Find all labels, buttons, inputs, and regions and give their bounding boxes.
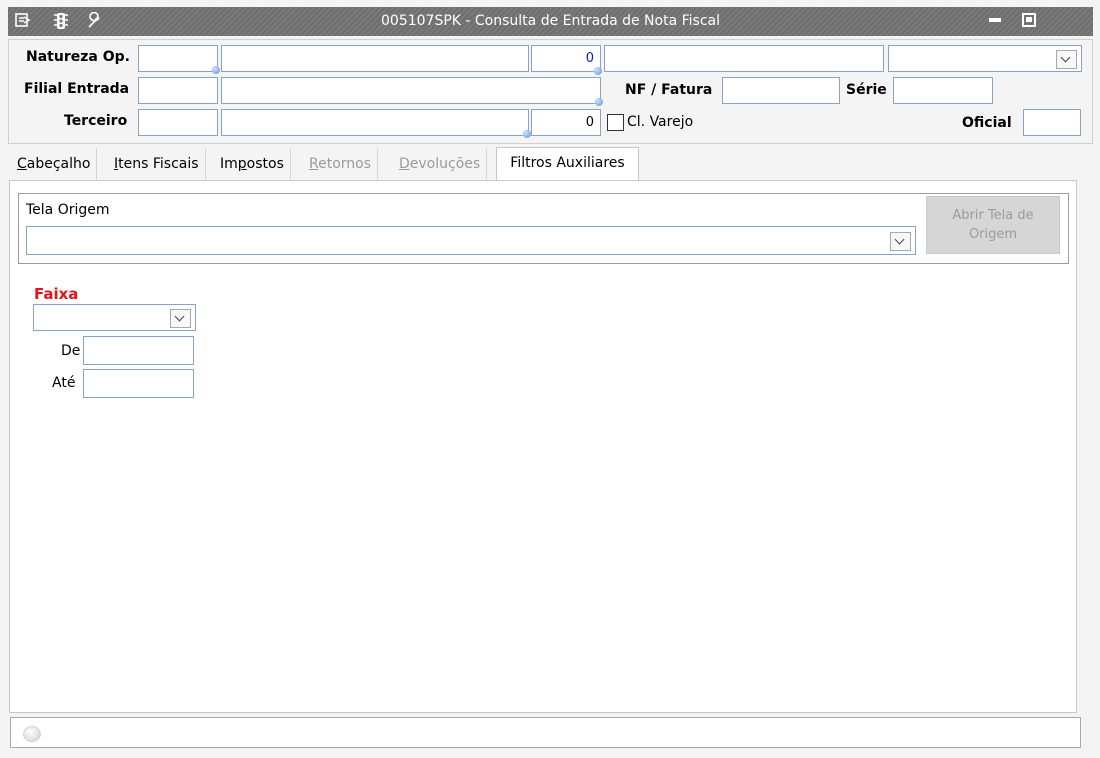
tab-itens-fiscais[interactable]: Itens Fiscais — [108, 148, 206, 181]
restore-icon[interactable] — [1020, 12, 1038, 30]
lookup-icon[interactable] — [594, 67, 602, 75]
chevron-down-icon[interactable] — [170, 309, 191, 328]
natureza-extra-field[interactable] — [604, 45, 884, 72]
tab-retornos[interactable]: Retornos — [303, 148, 379, 181]
lookup-icon[interactable] — [595, 98, 603, 106]
de-field[interactable] — [83, 336, 194, 365]
nf-fatura-field[interactable] — [722, 77, 840, 104]
nf-fatura-label: NF / Fatura — [625, 82, 713, 98]
lookup-icon[interactable] — [523, 130, 531, 138]
natureza-code-field[interactable] — [138, 45, 220, 74]
terceiro-description-field[interactable] — [221, 109, 531, 138]
abrir-tela-origem-button[interactable]: Abrir Tela de Origem — [926, 196, 1060, 254]
oficial-field[interactable] — [1023, 109, 1081, 136]
chevron-down-icon[interactable] — [1056, 50, 1077, 69]
cl-varejo-checkbox[interactable] — [607, 114, 624, 131]
terceiro-label: Terceiro — [64, 113, 128, 129]
faixa-label: Faixa — [34, 285, 79, 303]
de-label: De — [61, 343, 81, 359]
title-bar: 005107SPK - Consulta de Entrada de Nota … — [8, 7, 1093, 36]
terceiro-code-field[interactable] — [138, 109, 218, 136]
serie-field[interactable] — [893, 77, 993, 104]
cl-varejo-label: Cl. Varejo — [627, 114, 694, 130]
natureza-label: Natureza Op. — [26, 49, 130, 65]
ate-field[interactable] — [83, 369, 194, 398]
window-title: 005107SPK - Consulta de Entrada de Nota … — [381, 13, 720, 29]
tab-devolucoes[interactable]: Devoluções — [393, 148, 488, 181]
filial-code-field[interactable] — [138, 77, 218, 104]
tela-origem-label: Tela Origem — [26, 202, 110, 218]
faixa-select[interactable] — [33, 304, 196, 331]
tela-origem-select[interactable] — [26, 226, 916, 255]
filial-description-field[interactable] — [221, 77, 603, 106]
natureza-description-field[interactable] — [221, 45, 529, 72]
serie-label: Série — [846, 82, 887, 98]
natureza-number-field[interactable]: 0 — [531, 45, 601, 72]
tab-impostos[interactable]: Impostos — [214, 148, 291, 181]
tab-cabecalho[interactable]: Cabeçalho — [11, 148, 98, 181]
terceiro-number-field[interactable]: 0 — [531, 109, 601, 136]
natureza-select[interactable] — [888, 45, 1082, 72]
oficial-label: Oficial — [962, 115, 1012, 131]
status-indicator-icon — [23, 726, 41, 742]
ate-label: Até — [52, 375, 76, 391]
lookup-icon[interactable] — [212, 66, 220, 74]
filial-label: Filial Entrada — [24, 81, 130, 97]
chevron-down-icon[interactable] — [890, 232, 911, 251]
tab-filtros-auxiliares[interactable]: Filtros Auxiliares — [496, 147, 639, 181]
minimize-icon[interactable] — [986, 12, 1004, 30]
status-bar — [10, 717, 1081, 748]
